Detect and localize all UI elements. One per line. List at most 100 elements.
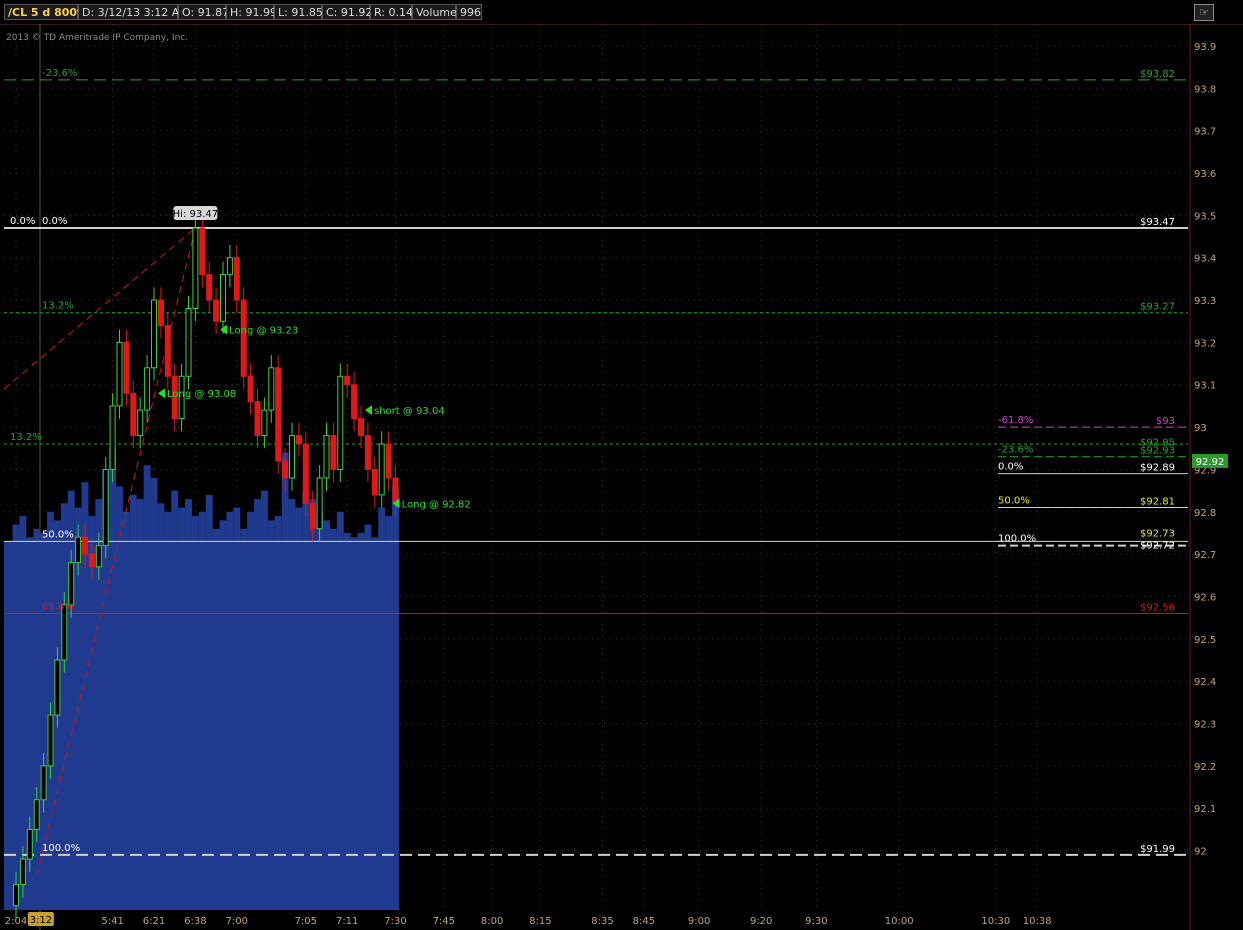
time-tick-label: 8:00 [481,916,503,927]
fib-percent-label: 100.0% [42,843,80,854]
trade-annotation: Long @ 92.82 [402,499,471,510]
price-level-label: $91.99 [1140,844,1175,855]
candle-body [54,659,61,716]
candle-body [344,375,351,386]
candle-body [302,443,309,504]
candle-body [213,299,220,322]
time-tick-label: 6:21 [143,916,165,927]
price-level-label: $93 [1156,416,1175,427]
candle-body [226,257,233,276]
price-tick-label: 93.6 [1194,169,1216,180]
candle-body [337,375,344,470]
range-readout: R: 0.14 [370,4,413,20]
candle-body [289,435,295,479]
time-tick-label: 2:04 [5,916,27,927]
price-level-label: $92.56 [1140,602,1175,613]
candle-body [220,274,226,322]
candle-body [275,367,282,462]
price-tick-label: 92.1 [1194,804,1216,815]
candle-body [151,299,157,369]
candle-body [330,435,337,470]
candle-body [95,545,102,568]
open-readout: O: 91.87 [178,4,229,20]
candle-body [247,375,254,403]
volume-value: 996 [456,4,482,20]
candle-body [261,409,268,437]
price-tick-label: 93.8 [1194,84,1216,95]
price-tick-label: 93.4 [1194,254,1216,265]
price-tick-label: 93.9 [1194,42,1216,53]
cursor-tool-icon[interactable]: ☞ [1194,4,1214,21]
fib-percent-label: 50.0% [998,496,1030,507]
time-tick-label: 5:41 [101,916,123,927]
candle-body [40,765,47,801]
candle-body [185,308,192,377]
candle-body [323,435,330,479]
high-readout: H: 91.99 [226,4,277,20]
candle-body [378,443,385,496]
candle-body [309,502,316,530]
time-tick-label: 7:30 [384,916,406,927]
candle-body [116,341,123,407]
candle-body [358,418,364,437]
price-tick-label: 93.7 [1194,127,1216,138]
fib-percent-label: -23.6% [42,68,77,79]
candle-body [61,604,68,661]
candle-body [199,227,206,276]
hi-label: Hi: 93.47 [173,209,218,220]
fib-percent-label: 100.0% [998,534,1036,545]
time-tick-label: 10:00 [885,916,914,927]
time-tick-label: 7:05 [295,916,317,927]
candle-body [26,828,33,860]
price-tick-label: 93.1 [1194,381,1216,392]
time-tick-label: 8:15 [529,916,551,927]
current-time-label: 3:12 [30,915,52,926]
candle-body [192,227,199,310]
price-tick-label: 92.3 [1194,720,1216,731]
candle-body [282,460,289,479]
copyright-text: 2013 © TD Ameritrade IP Company, Inc. [6,33,188,43]
candle-body [13,883,19,907]
price-tick-label: 92.7 [1194,550,1216,561]
candle-body [371,468,378,496]
price-level-label: $92.72 [1140,541,1175,552]
price-chart[interactable]: $93.82$93.47$93.27$93$92.95$92.93$92.89$… [0,24,1243,930]
candle-body [123,341,130,394]
candle-body [144,367,151,411]
price-tick-label: 92.2 [1194,762,1216,773]
candle-body [47,714,54,767]
time-tick-label: 7:11 [336,916,358,927]
close-readout: C: 91.92 [322,4,372,20]
volume-bars [4,448,399,910]
trade-annotation: short @ 93.04 [374,406,445,417]
candle-body [254,401,261,437]
symbol-label[interactable]: /CL 5 d 800t [4,4,82,20]
candle-body [295,435,302,445]
price-level-label: $92.93 [1140,446,1175,457]
trade-annotation: Long @ 93.23 [229,326,298,337]
trade-marker-icon [220,324,228,335]
low-readout: L: 91.85 [274,4,323,20]
price-tick-label: 93.2 [1194,338,1216,349]
candle-body [82,536,88,555]
candle-body [137,409,144,437]
time-tick-label: 7:00 [226,916,248,927]
price-tick-label: 93.5 [1194,211,1216,222]
trade-marker-icon [158,388,165,399]
price-tick-label: 93.3 [1194,296,1216,307]
candle-body [392,477,399,504]
candle-body [68,562,75,606]
candle-body [240,299,247,377]
candle-body [33,799,40,830]
candle-body [102,468,109,547]
time-tick-label: 8:45 [633,916,655,927]
price-tick-label: 92.4 [1194,677,1216,688]
candle-body [88,553,95,568]
price-level-label: $92.73 [1140,528,1175,539]
candle-body [385,443,392,479]
date-readout: D: 3/12/13 3:12 AM [78,4,189,20]
fib-percent-label: 0.0% [998,462,1023,473]
candle-body [206,274,213,301]
price-tick-label: 92.6 [1194,592,1216,603]
time-tick-label: 9:20 [750,916,772,927]
